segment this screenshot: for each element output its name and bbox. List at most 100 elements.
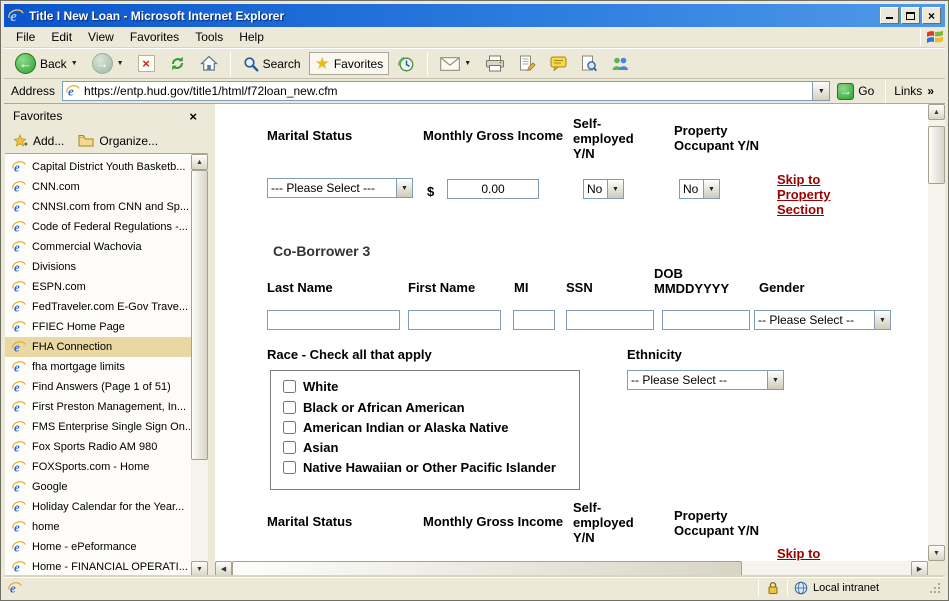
scroll-down-button[interactable]: ▼ bbox=[191, 561, 208, 577]
scrollbar-thumb[interactable] bbox=[191, 170, 208, 460]
favorite-item[interactable]: home bbox=[5, 517, 191, 537]
organize-favorites-button[interactable]: Organize... bbox=[78, 134, 158, 148]
self-employed-header-2: Self- employed Y/N bbox=[573, 500, 634, 545]
mail-button[interactable]: ▼ bbox=[434, 54, 477, 74]
address-dropdown-button[interactable]: ▼ bbox=[812, 82, 829, 100]
add-favorite-button[interactable]: Add... bbox=[13, 134, 64, 148]
favorite-item[interactable]: First Preston Management, In... bbox=[5, 397, 191, 417]
favorite-item[interactable]: Holiday Calendar for the Year... bbox=[5, 497, 191, 517]
menu-favorites[interactable]: Favorites bbox=[122, 28, 187, 46]
back-button[interactable]: ← Back ▼ bbox=[9, 50, 84, 77]
favorite-item[interactable]: Capital District Youth Basketb... bbox=[5, 157, 191, 177]
favorite-item[interactable]: Code of Federal Regulations -... bbox=[5, 217, 191, 237]
forward-history-dropdown-icon[interactable]: ▼ bbox=[117, 60, 124, 67]
scroll-right-button[interactable]: ▶ bbox=[911, 561, 928, 577]
favorite-item[interactable]: Home - ePeformance bbox=[5, 537, 191, 557]
favorites-scrollbar[interactable]: ▲ ▼ bbox=[191, 154, 208, 577]
race-checkbox[interactable] bbox=[283, 380, 296, 393]
stop-button[interactable]: × bbox=[132, 52, 161, 75]
race-option-native-hawaiian[interactable]: Native Hawaiian or Other Pacific Islande… bbox=[283, 460, 556, 475]
race-checkbox[interactable] bbox=[283, 421, 296, 434]
ie-logo-icon: e bbox=[8, 8, 24, 24]
ssn-input[interactable] bbox=[566, 310, 654, 330]
minimize-button[interactable] bbox=[880, 7, 899, 24]
menu-file[interactable]: File bbox=[8, 28, 43, 46]
history-button[interactable] bbox=[391, 52, 421, 76]
favorite-item[interactable]: CNN.com bbox=[5, 177, 191, 197]
race-option-asian[interactable]: Asian bbox=[283, 440, 338, 455]
menu-help[interactable]: Help bbox=[231, 28, 272, 46]
address-input[interactable]: https://entp.hud.gov/title1/html/f72loan… bbox=[62, 81, 830, 101]
property-occupant-select[interactable]: No ▼ bbox=[679, 179, 720, 199]
favorite-item[interactable]: Commercial Wachovia bbox=[5, 237, 191, 257]
favorite-item-label: FFIEC Home Page bbox=[32, 321, 125, 333]
menu-view[interactable]: View bbox=[80, 28, 122, 46]
favorites-button[interactable]: ★ Favorites bbox=[309, 52, 390, 75]
monthly-income-input[interactable] bbox=[447, 179, 539, 199]
dob-input[interactable] bbox=[662, 310, 750, 330]
last-name-input[interactable] bbox=[267, 310, 400, 330]
vertical-scrollbar[interactable]: ▲ ▼ bbox=[928, 104, 945, 561]
favorite-item[interactable]: fha mortgage limits bbox=[5, 357, 191, 377]
back-history-dropdown-icon[interactable]: ▼ bbox=[71, 60, 78, 67]
favorite-item-selected[interactable]: FHA Connection bbox=[5, 337, 191, 357]
mi-input[interactable] bbox=[513, 310, 555, 330]
favorite-item[interactable]: Find Answers (Page 1 of 51) bbox=[5, 377, 191, 397]
horizontal-scrollbar[interactable]: ◀ ▶ bbox=[215, 561, 928, 577]
gender-select[interactable]: -- Please Select -- ▼ bbox=[754, 310, 891, 330]
favorite-item-label: FHA Connection bbox=[32, 341, 112, 353]
go-button[interactable]: → Go bbox=[830, 82, 881, 101]
links-button[interactable]: Links » bbox=[890, 84, 938, 98]
favorite-item[interactable]: Google bbox=[5, 477, 191, 497]
mail-dropdown-icon[interactable]: ▼ bbox=[464, 60, 471, 67]
research-button[interactable] bbox=[575, 52, 603, 75]
marital-status-select[interactable]: --- Please Select --- ▼ bbox=[267, 178, 413, 198]
scroll-left-button[interactable]: ◀ bbox=[215, 561, 232, 577]
favorite-item[interactable]: ESPN.com bbox=[5, 277, 191, 297]
favorite-item[interactable]: FOXSports.com - Home bbox=[5, 457, 191, 477]
close-button[interactable]: × bbox=[922, 7, 941, 24]
scrollbar-thumb[interactable] bbox=[232, 561, 742, 577]
favorite-item[interactable]: FedTraveler.com E-Gov Trave... bbox=[5, 297, 191, 317]
panel-splitter[interactable] bbox=[208, 104, 215, 577]
favorite-item[interactable]: FFIEC Home Page bbox=[5, 317, 191, 337]
first-name-input[interactable] bbox=[408, 310, 501, 330]
skip-to-property-link[interactable]: Skip to Property Section bbox=[777, 172, 845, 217]
race-checkbox[interactable] bbox=[283, 461, 296, 474]
favorite-item[interactable]: Home - FINANCIAL OPERATI... bbox=[5, 557, 191, 577]
chevron-down-icon: ▼ bbox=[607, 180, 623, 198]
favorite-item[interactable]: Divisions bbox=[5, 257, 191, 277]
print-button[interactable] bbox=[479, 52, 511, 75]
self-employed-select[interactable]: No ▼ bbox=[583, 179, 624, 199]
favorite-item-label: Capital District Youth Basketb... bbox=[32, 161, 185, 173]
ethnicity-select[interactable]: -- Please Select -- ▼ bbox=[627, 370, 784, 390]
discuss-button[interactable] bbox=[544, 53, 573, 74]
resize-grip-icon[interactable] bbox=[929, 582, 941, 594]
race-option-white[interactable]: White bbox=[283, 379, 338, 394]
race-checkbox[interactable] bbox=[283, 441, 296, 454]
scroll-down-button[interactable]: ▼ bbox=[928, 545, 945, 561]
favorite-item[interactable]: CNNSI.com from CNN and Sp... bbox=[5, 197, 191, 217]
skip-to-property-link-partial[interactable]: Skip to bbox=[777, 546, 820, 561]
menu-edit[interactable]: Edit bbox=[43, 28, 80, 46]
favorites-close-button[interactable]: × bbox=[186, 109, 200, 124]
maximize-button[interactable] bbox=[901, 7, 920, 24]
search-button[interactable]: Search bbox=[237, 53, 307, 75]
home-button[interactable] bbox=[194, 52, 224, 75]
scroll-up-button[interactable]: ▲ bbox=[191, 154, 208, 170]
scrollbar-thumb[interactable] bbox=[928, 126, 945, 184]
messenger-button[interactable] bbox=[605, 53, 635, 75]
race-option-black[interactable]: Black or African American bbox=[283, 400, 465, 415]
menu-tools[interactable]: Tools bbox=[187, 28, 231, 46]
race-option-american-indian[interactable]: American Indian or Alaska Native bbox=[283, 420, 508, 435]
race-option-label: American Indian or Alaska Native bbox=[303, 420, 508, 435]
scroll-up-button[interactable]: ▲ bbox=[928, 104, 945, 120]
favorite-item[interactable]: Fox Sports Radio AM 980 bbox=[5, 437, 191, 457]
ie-favicon bbox=[12, 180, 26, 194]
forward-button[interactable]: → ▼ bbox=[86, 50, 130, 77]
title-bar[interactable]: e Title I New Loan - Microsoft Internet … bbox=[4, 4, 945, 27]
edit-button[interactable] bbox=[513, 52, 542, 75]
refresh-button[interactable] bbox=[163, 52, 192, 75]
favorite-item[interactable]: FMS Enterprise Single Sign On... bbox=[5, 417, 191, 437]
race-checkbox[interactable] bbox=[283, 401, 296, 414]
